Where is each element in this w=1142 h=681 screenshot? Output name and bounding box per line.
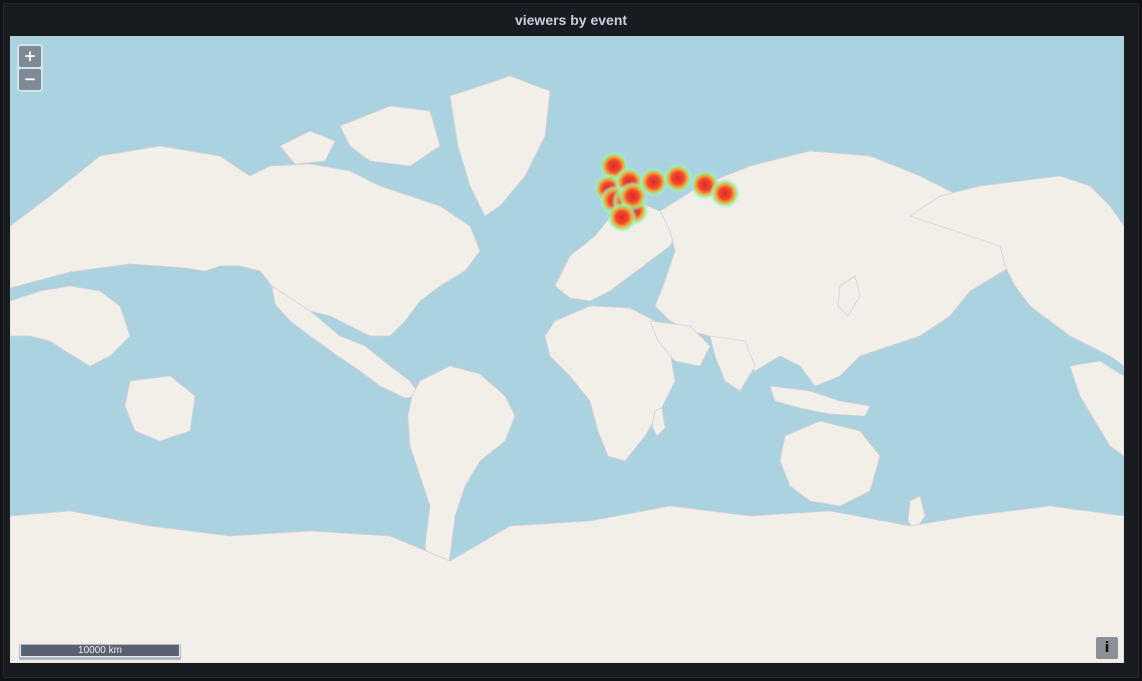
scale-label: 10000 km <box>20 645 180 657</box>
crimea-hotspot <box>607 202 637 233</box>
map-panel: viewers by event + − 10000 km i <box>3 3 1139 678</box>
panel-title: viewers by event <box>514 12 628 28</box>
yekaterinburg-hotspot <box>662 163 693 194</box>
zoom-in-button[interactable]: + <box>19 46 41 67</box>
scale-bar: 10000 km <box>19 644 181 660</box>
attribution-info-button[interactable]: i <box>1096 637 1118 659</box>
world-map[interactable]: + − 10000 km i <box>10 36 1124 663</box>
land-antarctica <box>10 505 1124 663</box>
novosibirsk-hotspot <box>710 178 740 209</box>
map-canvas[interactable] <box>10 36 1124 663</box>
zoom-out-button[interactable]: − <box>19 69 41 90</box>
zoom-control: + − <box>17 44 43 92</box>
